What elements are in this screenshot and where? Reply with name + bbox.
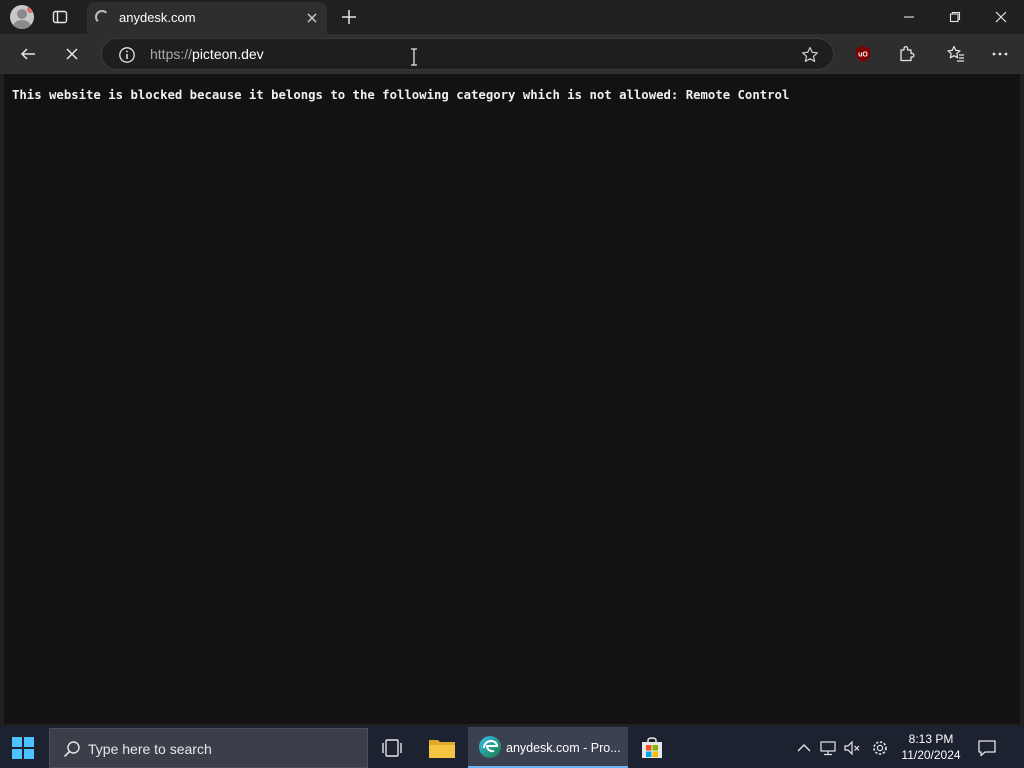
edge-task-label: anydesk.com - Pro... (506, 741, 621, 755)
url-host: picteon.dev (192, 46, 264, 62)
taskbar-edge-anydesk[interactable]: anydesk.com - Pro... (468, 727, 628, 768)
show-hidden-icons-chevron-up-icon[interactable] (795, 739, 813, 757)
microsoft-store-icon[interactable] (640, 736, 664, 760)
network-icon[interactable] (819, 739, 837, 757)
url-scheme: https:// (150, 46, 193, 62)
settings-gear-icon[interactable] (871, 739, 889, 757)
clock-time: 8:13 PM (908, 732, 954, 746)
restore-icon[interactable] (932, 0, 978, 34)
text-cursor-icon (409, 48, 419, 66)
tab-bar: anydesk.com (0, 0, 1024, 34)
task-view-icon[interactable] (380, 736, 404, 760)
clock-date: 11/20/2024 (901, 748, 961, 762)
windows-start-icon[interactable] (12, 737, 34, 759)
search-icon (62, 739, 82, 759)
favorites-list-icon[interactable] (944, 42, 968, 66)
svg-text:uO: uO (858, 52, 868, 59)
url-text[interactable]: https://picteon.dev (150, 46, 264, 62)
minimize-icon[interactable] (886, 0, 932, 34)
tab-anydesk[interactable]: anydesk.com (87, 2, 327, 34)
search-placeholder: Type here to search (88, 741, 212, 757)
edge-browser-icon (478, 735, 502, 759)
file-explorer-icon[interactable] (428, 736, 456, 760)
notification-center-icon[interactable] (977, 739, 997, 757)
site-info-icon[interactable] (118, 46, 136, 64)
browser-window: anydesk.com https://picteon.dev uO This … (0, 0, 1024, 726)
close-tab-icon[interactable] (303, 9, 321, 27)
profile-avatar-icon[interactable] (10, 5, 34, 29)
system-clock[interactable]: 8:13 PM 11/20/2024 (892, 731, 970, 763)
extensions-puzzle-icon[interactable] (895, 42, 919, 66)
tab-title: anydesk.com (119, 10, 196, 25)
favorite-star-icon[interactable] (800, 45, 820, 65)
stop-loading-icon[interactable] (60, 42, 84, 66)
loading-spinner-icon (95, 10, 109, 24)
browser-toolbar: https://picteon.dev uO (0, 34, 1024, 74)
address-bar[interactable]: https://picteon.dev (101, 38, 834, 70)
ublock-origin-icon[interactable]: uO (851, 42, 875, 66)
tab-actions-icon[interactable] (48, 6, 72, 28)
new-tab-plus-icon[interactable] (338, 6, 360, 28)
page-content: This website is blocked because it belon… (4, 74, 1020, 724)
blocked-message: This website is blocked because it belon… (12, 88, 790, 102)
back-arrow-icon[interactable] (16, 42, 40, 66)
taskbar-search-box[interactable]: Type here to search (49, 728, 368, 768)
windows-taskbar: Type here to search anydesk.com - Pro...… (0, 726, 1024, 768)
more-options-icon[interactable] (988, 42, 1012, 66)
volume-muted-icon[interactable] (843, 739, 861, 757)
close-window-icon[interactable] (978, 0, 1024, 34)
